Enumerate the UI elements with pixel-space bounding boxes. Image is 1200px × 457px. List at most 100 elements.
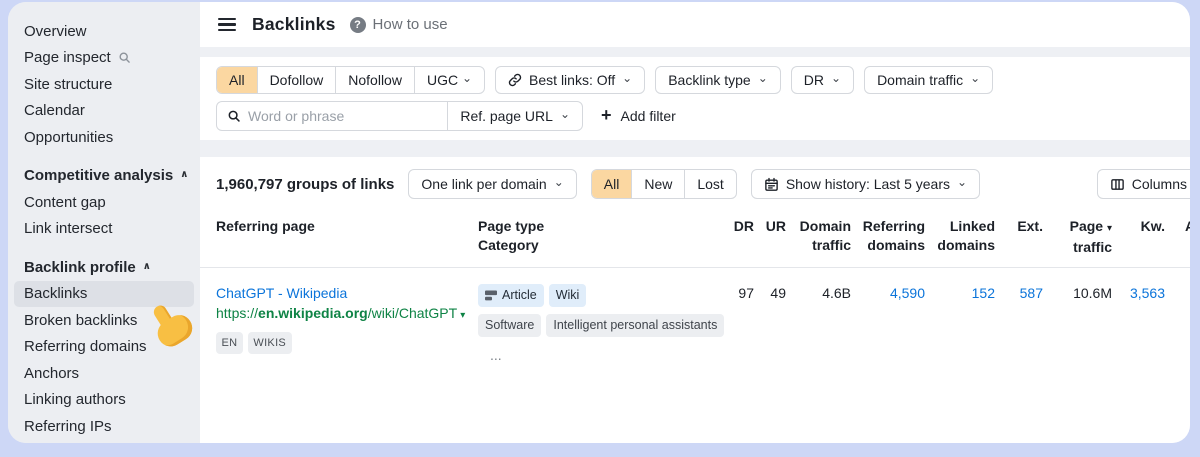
search-field-wrap [217,102,447,130]
filters-panel: All Dofollow Nofollow UGC ⌄ Best links: … [200,57,1190,140]
history-new-segment[interactable]: New [631,170,684,198]
column-header-linked-domains[interactable]: Linked domains [925,217,995,257]
article-icon [485,290,497,301]
chevron-down-icon: ⌄ [957,175,967,189]
how-to-use-link[interactable]: ? How to use [350,16,448,33]
column-header-domain-traffic[interactable]: Domain traffic [786,217,851,257]
table-toolbar: 1,960,797 groups of links One link per d… [200,157,1190,199]
chevron-down-icon: ⌄ [831,71,841,85]
column-header-page-type-category[interactable]: Page type Category [478,217,718,257]
spacer [200,140,1190,157]
how-to-use-label: How to use [373,16,448,33]
page-type-tag-article[interactable]: Article [478,284,544,307]
page-traffic-value: 10.6M [1043,284,1112,365]
chevron-down-icon: ⌄ [758,71,768,85]
referring-domains-link[interactable]: 4,590 [890,285,925,301]
columns-icon [1110,177,1125,192]
chevron-up-icon: ∧ [143,261,151,272]
backlink-type-dropdown[interactable]: Backlink type ⌄ [655,66,781,94]
column-header-anchor-cut[interactable]: A [1165,217,1190,257]
sidebar-item-calendar[interactable]: Calendar [14,98,194,125]
referring-page-cell: ChatGPT - Wikipedia https://en.wikipedia… [216,284,478,365]
column-header-ext[interactable]: Ext. [995,217,1043,257]
sidebar-item-opportunities[interactable]: Opportunities [14,124,194,151]
sidebar-item-site-structure[interactable]: Site structure [14,71,194,98]
history-lost-segment[interactable]: Lost [684,170,735,198]
sidebar-section-competitive-analysis[interactable]: Competitive analysis ∧ [14,163,194,190]
referring-page-title-link[interactable]: ChatGPT - Wikipedia [216,284,347,303]
help-icon: ? [350,17,366,33]
sidebar: Overview Page inspect Site structure Cal… [8,2,200,443]
group-mode-dropdown[interactable]: One link per domain ⌄ [408,169,576,199]
sidebar-item-link-intersect[interactable]: Link intersect [14,216,194,243]
plus-icon: + [601,106,612,124]
top-header-bar: Backlinks ? How to use [200,2,1190,47]
sidebar-item-referring-ips[interactable]: Referring IPs [14,413,194,440]
chevron-down-icon: ⌄ [970,71,980,85]
category-tag[interactable]: Intelligent personal assistants [546,314,724,337]
filter-row-1: All Dofollow Nofollow UGC ⌄ Best links: … [216,66,1174,94]
filter-nofollow-segment[interactable]: Nofollow [335,67,414,93]
sidebar-item-referring-domains[interactable]: Referring domains [14,334,194,361]
dr-value: 97 [718,284,754,365]
language-tag[interactable]: WIKIS [248,332,292,354]
table-header-row: Referring page Page type Category DR UR … [200,217,1190,268]
chevron-up-icon: ∧ [180,169,188,180]
category-tags: Software Intelligent personal assistants [478,314,718,337]
filter-dofollow-segment[interactable]: Dofollow [257,67,336,93]
sidebar-item-overview[interactable]: Overview [14,18,194,45]
chevron-down-icon: ⌄ [554,175,564,189]
linked-domains-link[interactable]: 152 [972,285,995,301]
chevron-down-icon: ⌄ [622,71,632,85]
filter-all-segment[interactable]: All [217,67,257,93]
column-header-page-traffic[interactable]: Page ▾ traffic [1043,217,1112,257]
columns-button[interactable]: Columns [1097,169,1190,199]
sidebar-item-anchors[interactable]: Anchors [14,360,194,387]
sidebar-item-broken-backlinks[interactable]: Broken backlinks [14,307,194,334]
hamburger-menu-icon[interactable] [218,18,236,31]
sidebar-item-content-gap[interactable]: Content gap [14,189,194,216]
column-header-referring-page[interactable]: Referring page [216,217,478,257]
column-header-dr[interactable]: DR [718,217,754,257]
referring-page-url-link[interactable]: https://en.wikipedia.org/wiki/ChatGPT▾ [216,304,468,325]
best-links-button[interactable]: Best links: Off ⌄ [495,66,645,94]
show-history-dropdown[interactable]: Show history: Last 5 years ⌄ [751,169,980,199]
page-title: Backlinks [252,14,336,35]
page-type-tags: Article Wiki [478,284,718,307]
domain-traffic-dropdown[interactable]: Domain traffic ⌄ [864,66,993,94]
backlinks-table-panel: 1,960,797 groups of links One link per d… [200,157,1190,443]
history-filter-group: All New Lost [591,169,737,199]
search-input[interactable] [248,108,447,124]
sidebar-item-linking-authors[interactable]: Linking authors [14,387,194,414]
page-type-category-cell: Article Wiki Software Intelligent person… [478,284,718,365]
column-header-referring-domains[interactable]: Referring domains [851,217,925,257]
table-row: ChatGPT - Wikipedia https://en.wikipedia… [200,268,1190,365]
search-icon [227,109,241,123]
column-header-ur[interactable]: UR [754,217,786,257]
search-icon [118,51,131,64]
language-tags: EN WIKIS [216,332,478,354]
ref-page-url-dropdown[interactable]: Ref. page URL ⌄ [447,102,582,130]
cut-cell [1165,284,1190,365]
sidebar-section-backlink-profile[interactable]: Backlink profile ∧ [14,254,194,281]
chevron-down-icon: ⌄ [462,71,472,85]
app-window: Overview Page inspect Site structure Cal… [8,2,1190,443]
results-count: 1,960,797 groups of links [216,176,394,193]
sidebar-item-backlinks[interactable]: Backlinks [14,281,194,308]
follow-filter-group: All Dofollow Nofollow UGC ⌄ [216,66,485,94]
page-type-tag-wiki[interactable]: Wiki [549,284,587,307]
main-area: Backlinks ? How to use All Dofollow Nofo… [200,2,1190,443]
add-filter-button[interactable]: + Add filter [601,107,676,125]
language-tag[interactable]: EN [216,332,243,354]
ext-link[interactable]: 587 [1020,285,1043,301]
column-header-kw[interactable]: Kw. [1112,217,1165,257]
sidebar-item-page-inspect[interactable]: Page inspect [14,45,194,72]
link-icon [508,73,522,87]
filter-ugc-dropdown[interactable]: UGC ⌄ [414,67,484,93]
history-all-segment[interactable]: All [592,170,632,198]
spacer [200,47,1190,57]
kw-link[interactable]: 3,563 [1130,285,1165,301]
more-categories-ellipsis[interactable]: ... [490,346,718,365]
category-tag[interactable]: Software [478,314,541,337]
dr-filter-dropdown[interactable]: DR ⌄ [791,66,854,94]
